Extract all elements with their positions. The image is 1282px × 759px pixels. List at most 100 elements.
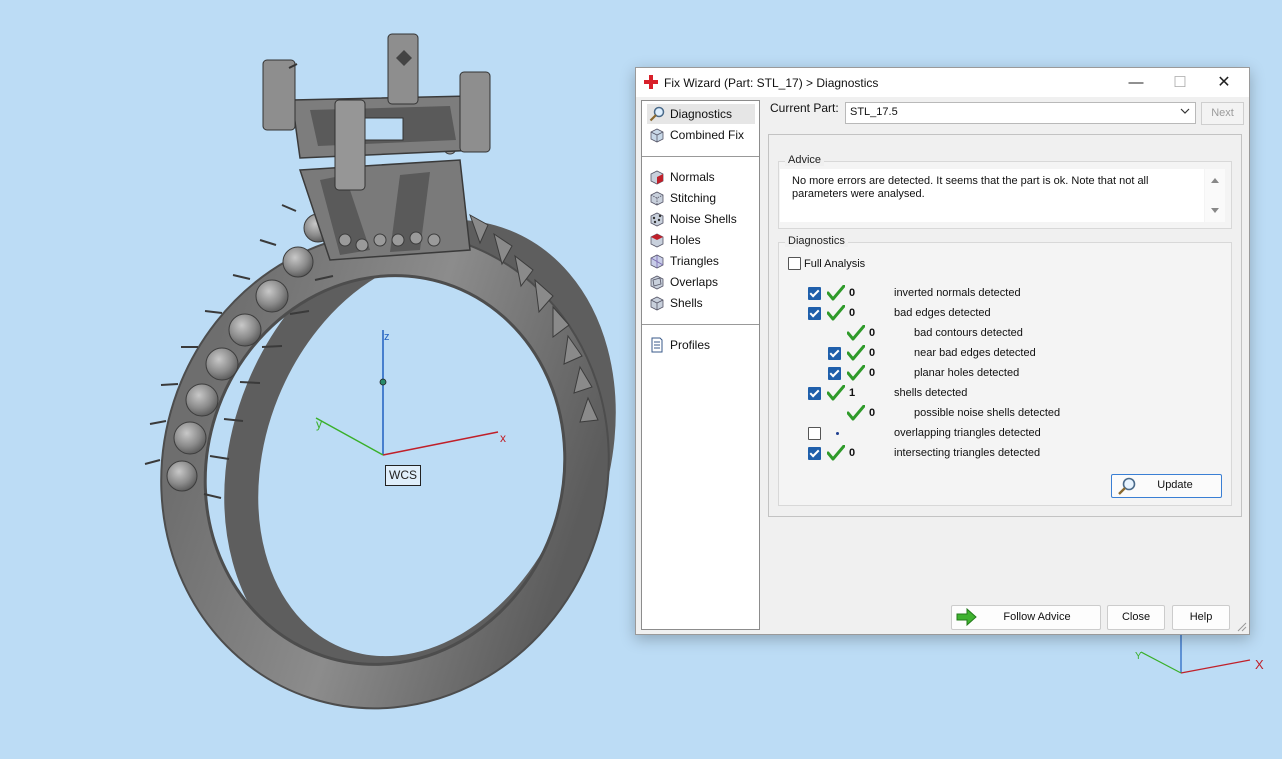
orientation-triad: X Y: [1135, 632, 1264, 674]
green-check-icon: [847, 325, 865, 341]
diagnostic-count: 0: [849, 287, 856, 299]
nav-item-combined-fix[interactable]: Combined Fix: [647, 125, 755, 145]
advice-group: Advice No more errors are detected. It s…: [778, 154, 1232, 229]
diagnostic-checkbox[interactable]: [828, 367, 841, 380]
current-part-label: Current Part:: [770, 101, 839, 115]
diagnostic-row: 0 near bad edges detected: [779, 345, 1229, 361]
green-check-icon: [827, 445, 845, 461]
nav-item-diagnostics[interactable]: Diagnostics: [647, 104, 755, 124]
scroll-up-icon[interactable]: [1209, 175, 1221, 185]
wcs-axis: z x y: [315, 330, 506, 456]
full-analysis-checkbox[interactable]: [788, 257, 801, 270]
diagnostic-count: 0: [869, 327, 876, 339]
diagnostic-label: shells detected: [894, 387, 968, 399]
follow-advice-label: Follow Advice: [1003, 611, 1071, 623]
nav-label-normals: Normals: [670, 170, 715, 184]
diagnostic-row: 1 shells detected: [779, 385, 1229, 401]
diagnostic-label: bad edges detected: [894, 307, 991, 319]
title-bar[interactable]: Fix Wizard (Part: STL_17) > Diagnostics …: [636, 68, 1249, 97]
diagnostics-panel: Advice No more errors are detected. It s…: [768, 134, 1242, 517]
diagnostic-label: intersecting triangles detected: [894, 447, 1041, 459]
diagnostic-checkbox[interactable]: [808, 427, 821, 440]
stitching-cube-icon: [650, 191, 664, 206]
overlaps-cube-icon: [650, 275, 664, 290]
diagnostic-count: 0: [869, 367, 876, 379]
nav-label-overlaps: Overlaps: [670, 275, 719, 289]
green-check-icon: [827, 385, 845, 401]
minimize-button[interactable]: —: [1114, 68, 1158, 97]
diagnostic-checkbox[interactable]: [808, 287, 821, 300]
green-check-icon: [847, 405, 865, 421]
diagnostic-label: overlapping triangles detected: [894, 427, 1041, 439]
green-check-icon: [827, 285, 845, 301]
update-label: Update: [1157, 479, 1193, 491]
diagnostic-checkbox[interactable]: [828, 347, 841, 360]
diagnostic-count: 0: [849, 307, 856, 319]
close-window-button[interactable]: ✕: [1202, 68, 1246, 97]
current-part-select[interactable]: STL_17.5: [845, 102, 1196, 124]
nav-item-profiles[interactable]: Profiles: [647, 335, 755, 355]
next-button[interactable]: Next: [1201, 102, 1244, 125]
current-part-value: STL_17.5: [850, 106, 898, 118]
nav-item-noise-shells[interactable]: Noise Shells: [647, 209, 755, 229]
advice-textbox[interactable]: No more errors are detected. It seems th…: [780, 169, 1204, 222]
diagnostics-title: Diagnostics: [785, 235, 848, 247]
maximize-button[interactable]: ☐: [1158, 68, 1202, 97]
noise-shells-cube-icon: [650, 212, 664, 227]
diagnostic-row: 0 possible noise shells detected: [779, 405, 1229, 421]
diagnostic-checkbox[interactable]: [808, 307, 821, 320]
nav-label-diagnostics: Diagnostics: [670, 107, 733, 121]
nav-label-stitching: Stitching: [670, 191, 717, 205]
advice-text: No more errors are detected. It seems th…: [792, 175, 1149, 200]
follow-advice-button[interactable]: Follow Advice: [951, 605, 1101, 630]
diagnostic-count: 0: [869, 407, 876, 419]
resize-grip-icon[interactable]: [1237, 622, 1247, 632]
diagnostics-group: Diagnostics Full Analysis 0 inverted norm…: [778, 235, 1232, 506]
nav-item-overlaps[interactable]: Overlaps: [647, 272, 755, 292]
triad-y-label: Y: [1135, 651, 1142, 662]
dialog-title: Fix Wizard (Part: STL_17) > Diagnostics: [664, 76, 879, 90]
update-button[interactable]: Update: [1111, 474, 1222, 498]
diagnostic-row: 0 inverted normals detected: [779, 285, 1229, 301]
advice-scrollbar[interactable]: [1205, 169, 1225, 222]
advice-title: Advice: [785, 154, 825, 166]
nav-item-holes[interactable]: Holes: [647, 230, 755, 250]
diagnostic-count: 0: [849, 447, 856, 459]
nav-label-triangles: Triangles: [670, 254, 719, 268]
diagnostic-row: 0 bad contours detected: [779, 325, 1229, 341]
nav-label-combined-fix: Combined Fix: [670, 128, 745, 142]
triangles-cube-icon: [650, 254, 664, 269]
diagnostic-checkbox[interactable]: [808, 447, 821, 460]
scroll-down-icon[interactable]: [1209, 206, 1221, 216]
nav-label-noise-shells: Noise Shells: [670, 212, 737, 226]
normals-cube-icon: [650, 170, 664, 185]
diagnostic-label: planar holes detected: [914, 367, 1020, 379]
nav-label-holes: Holes: [670, 233, 701, 247]
diagnostic-count: 1: [849, 387, 856, 399]
nav-item-stitching[interactable]: Stitching: [647, 188, 755, 208]
status-dot: [836, 432, 839, 435]
diagnostic-row: 0 bad edges detected: [779, 305, 1229, 321]
green-check-icon: [847, 365, 865, 381]
red-cross-icon: [644, 75, 658, 89]
wizard-nav: Diagnostics Combined Fix Normals Stitchi…: [641, 100, 760, 630]
axis-x-label: x: [500, 431, 506, 445]
nav-item-shells[interactable]: Shells: [647, 293, 755, 313]
nav-item-triangles[interactable]: Triangles: [647, 251, 755, 271]
close-button[interactable]: Close: [1107, 605, 1165, 630]
nav-divider: [642, 156, 759, 157]
magnifier-icon: [649, 106, 665, 122]
shells-cube-icon: [650, 296, 664, 311]
nav-divider: [642, 324, 759, 325]
nav-item-normals[interactable]: Normals: [647, 167, 755, 187]
nav-label-profiles: Profiles: [670, 338, 711, 352]
help-button[interactable]: Help: [1172, 605, 1230, 630]
axis-y-label: y: [316, 417, 322, 431]
green-check-icon: [847, 345, 865, 361]
diagnostic-label: near bad edges detected: [914, 347, 1036, 359]
diagnostic-checkbox[interactable]: [808, 387, 821, 400]
green-check-icon: [827, 305, 845, 321]
axis-z-label: z: [384, 331, 390, 343]
chevron-down-icon: [1180, 108, 1190, 114]
diagnostic-label: inverted normals detected: [894, 287, 1021, 299]
